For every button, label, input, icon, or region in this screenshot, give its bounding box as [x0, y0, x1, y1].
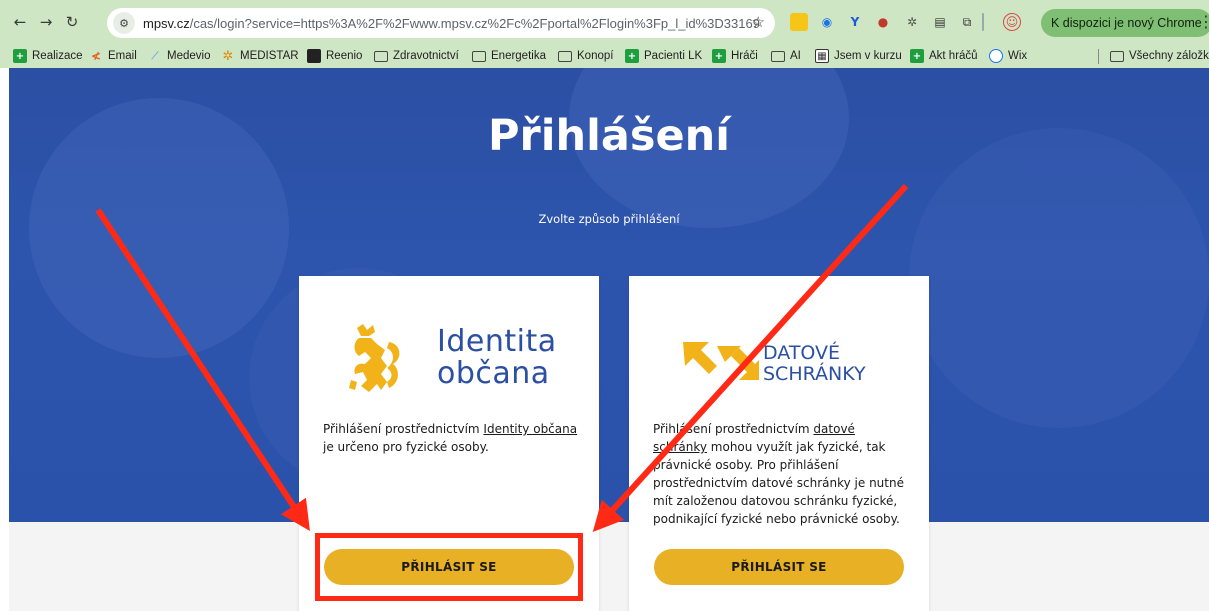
extensions-icon[interactable]: ⧉ — [958, 13, 976, 31]
url-text[interactable]: mpsv.cz/cas/login?service=https%3A%2F%2F… — [143, 16, 760, 31]
databox-card-description: Přihlášení prostřednictvím datové schrán… — [653, 422, 904, 526]
site-info-icon[interactable]: ⚙ — [113, 12, 135, 34]
browser-window: { "browser": { "back_icon": "arrow-left-… — [0, 0, 1209, 611]
bookmark-reenio[interactable]: Reenio — [307, 46, 362, 66]
folder-icon — [771, 50, 785, 62]
identity-link[interactable]: Identity občana — [483, 422, 577, 436]
address-bar[interactable]: ⚙ mpsv.cz/cas/login?service=https%3A%2F%… — [107, 8, 775, 38]
identity-logo-text: Identita občana — [437, 324, 557, 391]
czech-lion-logo-icon — [349, 324, 400, 392]
bookmark-realizace[interactable]: + Realizace — [13, 46, 83, 66]
update-chrome-button[interactable]: K dispozici je nový Chrome — [1041, 9, 1209, 37]
bookmark-jsem-v-kurzu[interactable]: ▦ Jsem v kurzu — [815, 46, 902, 66]
all-bookmarks-button[interactable]: Všechny záložky — [1110, 46, 1209, 66]
menu-dots-icon[interactable]: ⋮ — [1198, 12, 1209, 31]
browser-toolbar: ← → ↻ ⚙ mpsv.cz/cas/login?service=https%… — [0, 0, 1209, 44]
extension-icon[interactable] — [790, 13, 808, 31]
arrow-left-icon: ← — [13, 13, 27, 31]
bookmark-pacienti-lk[interactable]: + Pacienti LK — [625, 46, 702, 66]
extension-lens-icon[interactable]: ◉ — [818, 13, 836, 31]
bookmark-zdravotnictvi[interactable]: Zdravotnictví — [374, 46, 459, 66]
course-icon: ▦ — [815, 49, 829, 63]
back-button[interactable]: ← — [9, 11, 31, 33]
green-plus-icon: + — [910, 49, 924, 63]
page-lower-section — [9, 522, 1209, 611]
hero-banner: Přihlášení Zvolte způsob přihlášení — [9, 68, 1209, 522]
folder-icon — [1110, 50, 1124, 62]
databox-logo-text: DATOVÉ SCHRÁNKY — [763, 342, 866, 385]
bookmark-medevio[interactable]: ⟋ Medevio — [148, 46, 211, 66]
toolbar-divider — [982, 13, 984, 31]
databox-login-button[interactable]: PŘIHLÁSIT SE — [654, 549, 904, 585]
bookmark-ai[interactable]: AI — [771, 46, 801, 66]
bookmark-star-icon[interactable]: ☆ — [752, 13, 765, 31]
folder-icon — [558, 50, 572, 62]
extension-y-icon[interactable]: Y — [846, 13, 864, 31]
forward-button[interactable]: → — [35, 11, 57, 33]
bookmark-akt-hracu[interactable]: + Akt hráčů — [910, 46, 978, 66]
identity-card-description: Přihlášení prostřednictvím Identity obča… — [323, 422, 578, 454]
bookmark-energetika[interactable]: Energetika — [472, 46, 546, 66]
email-icon: ≮ — [90, 49, 102, 63]
folder-icon — [374, 50, 388, 62]
extension-bird-icon[interactable]: ● — [874, 13, 892, 31]
green-plus-icon: + — [712, 49, 726, 63]
medistar-icon: ✲ — [222, 48, 234, 64]
bookmark-hraci[interactable]: + Hráči — [712, 46, 758, 66]
bookmarks-divider — [1098, 49, 1099, 64]
hero-background-shape — [909, 128, 1209, 428]
green-plus-icon: + — [13, 49, 27, 63]
reenio-icon — [307, 49, 321, 63]
profile-icon[interactable]: ☺ — [1003, 13, 1021, 31]
databox-logo-icon — [683, 342, 759, 380]
extension-grid-icon[interactable]: ▤ — [931, 13, 949, 31]
extension-puzzle-alt-icon[interactable]: ✲ — [903, 13, 921, 31]
bookmark-email[interactable]: ≮ Email — [89, 46, 137, 66]
page-title: Přihlášení — [488, 111, 730, 161]
bookmark-medistar[interactable]: ✲ MEDISTAR — [221, 46, 299, 66]
folder-icon — [472, 50, 486, 62]
medevio-icon: ⟋ — [151, 50, 159, 62]
bookmark-konopi[interactable]: Konopí — [558, 46, 613, 66]
reload-icon: ↻ — [65, 13, 79, 31]
arrow-right-icon: → — [39, 13, 53, 31]
databox-login-card: DATOVÉ SCHRÁNKY Přihlášení prostřednictv… — [629, 276, 929, 611]
annotation-highlight-box — [315, 533, 583, 601]
page-subtitle: Zvolte způsob přihlášení — [538, 212, 680, 226]
bookmark-wix[interactable]: Wix — [989, 46, 1027, 66]
green-plus-icon: + — [625, 49, 639, 63]
reload-button[interactable]: ↻ — [61, 11, 83, 33]
wix-icon — [989, 49, 1003, 63]
